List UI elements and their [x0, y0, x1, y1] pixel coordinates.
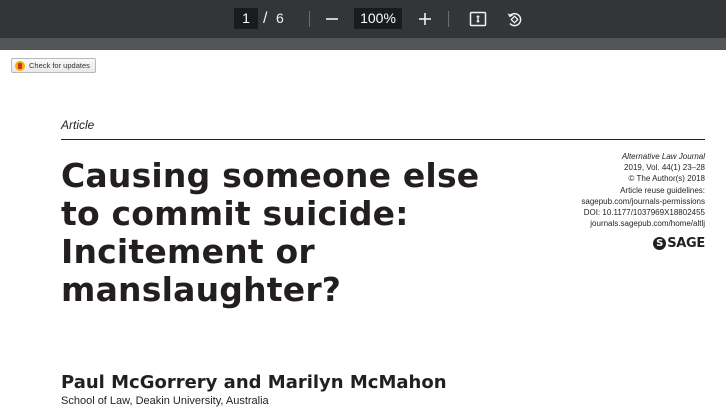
rotate-button[interactable] [502, 7, 526, 31]
viewer-background [0, 38, 726, 50]
journal-url[interactable]: journals.sagepub.com/home/altlj [581, 218, 705, 229]
title-line: Causing someone else [61, 156, 480, 195]
journal-metadata: Alternative Law Journal 2019, Vol. 44(1)… [581, 151, 705, 229]
permissions-link[interactable]: sagepub.com/journals-permissions [581, 196, 705, 207]
pdf-toolbar: 1 / 6 100% [0, 0, 726, 38]
fit-page-button[interactable] [466, 7, 490, 31]
page-total: 6 [276, 10, 284, 26]
rotate-icon [507, 12, 522, 27]
check-for-updates-label: Check for updates [29, 61, 90, 70]
page-separator: / [263, 10, 268, 27]
title-line: manslaughter? [61, 270, 342, 309]
reuse-guidelines: Article reuse guidelines: [620, 185, 705, 195]
zoom-level-input[interactable]: 100% [354, 8, 402, 29]
copyright-notice: © The Author(s) 2018 [628, 174, 705, 184]
author-affiliation: School of Law, Deakin University, Austra… [61, 395, 269, 407]
sage-logo-text: SAGE [667, 236, 705, 251]
crossmark-icon [15, 60, 25, 71]
toolbar-divider [309, 11, 310, 27]
article-title: Causing someone else to commit suicide: … [61, 157, 481, 309]
header-rule [61, 139, 705, 140]
zoom-out-icon [326, 18, 338, 20]
article-authors: Paul McGorrery and Marilyn McMahon [61, 372, 447, 393]
pdf-page: Check for updates Article Causing someon… [0, 50, 726, 420]
article-type: Article [61, 118, 95, 132]
sage-logo-mark: S [653, 237, 667, 250]
page-number-input[interactable]: 1 [234, 8, 258, 29]
zoom-out-button[interactable] [320, 7, 344, 31]
title-line: to commit suicide: [61, 194, 409, 233]
zoom-in-button[interactable] [413, 7, 437, 31]
doi: DOI: 10.1177/1037969X18802455 [583, 208, 705, 218]
zoom-in-icon [419, 13, 431, 25]
journal-volume: 2019, Vol. 44(1) 23–28 [624, 163, 705, 173]
sage-logo: S SAGE [653, 236, 705, 251]
title-line: Incitement or [61, 232, 315, 271]
check-for-updates-button[interactable]: Check for updates [11, 58, 96, 73]
journal-name: Alternative Law Journal [621, 152, 705, 161]
fit-page-icon [469, 11, 487, 27]
toolbar-divider [448, 11, 449, 27]
